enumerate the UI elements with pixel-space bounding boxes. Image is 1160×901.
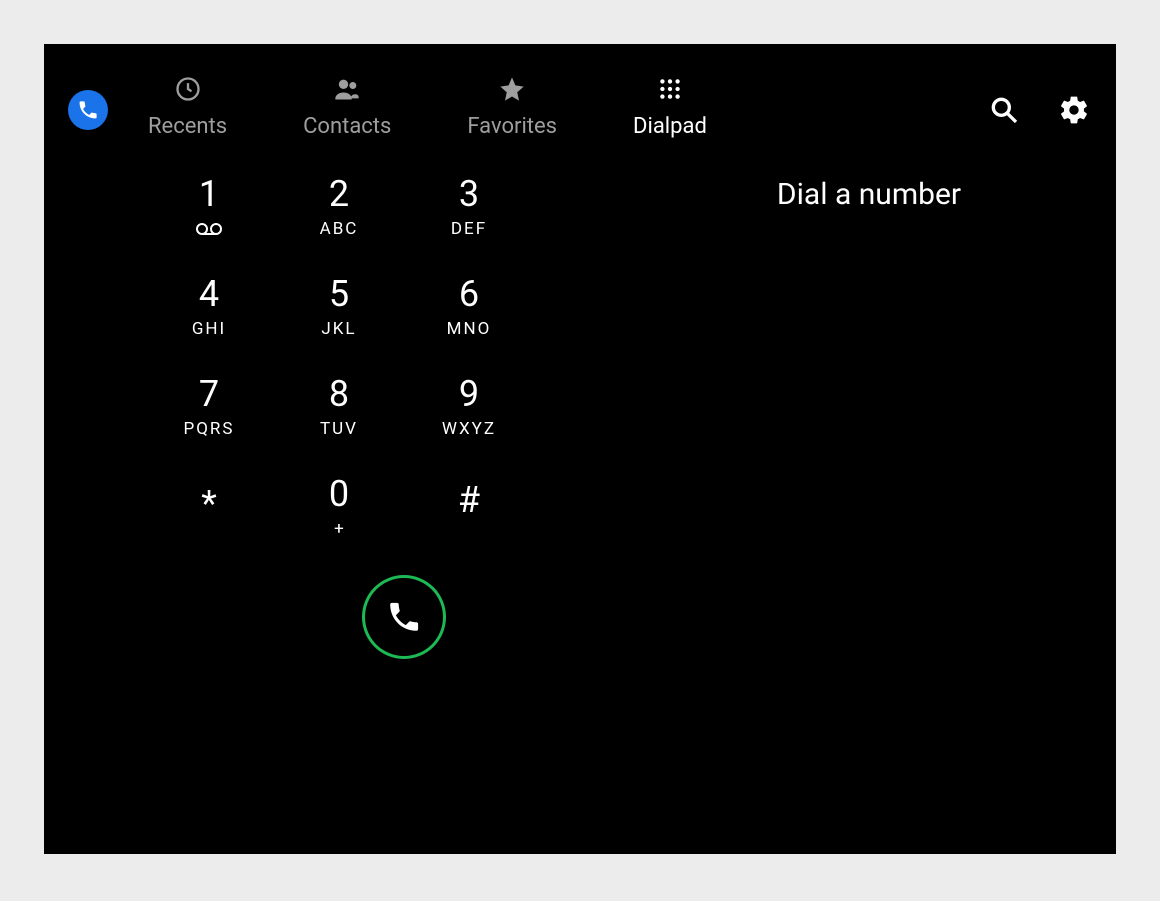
key-8[interactable]: 8 TUV bbox=[274, 375, 404, 475]
voicemail-icon bbox=[196, 219, 222, 239]
key-digit: 1 bbox=[199, 175, 219, 215]
key-2[interactable]: 2 ABC bbox=[274, 175, 404, 275]
phone-app-window: Recents Contacts bbox=[44, 44, 1116, 854]
key-digit: 3 bbox=[459, 175, 479, 215]
phone-icon bbox=[386, 599, 422, 635]
key-letters: WXYZ bbox=[442, 419, 496, 439]
tab-favorites[interactable]: Favorites bbox=[467, 74, 557, 139]
tab-label: Contacts bbox=[303, 114, 391, 139]
key-digit: 9 bbox=[459, 375, 479, 415]
search-icon bbox=[988, 94, 1020, 126]
top-bar: Recents Contacts bbox=[44, 44, 1116, 139]
search-button[interactable] bbox=[986, 92, 1022, 128]
key-digit: 5 bbox=[329, 275, 349, 315]
key-letters: ABC bbox=[320, 219, 359, 239]
key-digit: 8 bbox=[329, 375, 349, 415]
number-display: Dial a number bbox=[534, 175, 1054, 659]
tab-label: Favorites bbox=[467, 114, 557, 139]
clock-icon bbox=[173, 74, 203, 104]
key-star[interactable]: * bbox=[144, 475, 274, 575]
key-0[interactable]: 0 + bbox=[274, 475, 404, 575]
key-digit: 2 bbox=[329, 175, 349, 215]
key-letters: TUV bbox=[320, 419, 358, 439]
key-letters: + bbox=[334, 519, 344, 539]
gear-icon bbox=[1058, 94, 1090, 126]
key-digit: 6 bbox=[459, 275, 479, 315]
tab-label: Dialpad bbox=[633, 114, 707, 139]
key-letters: JKL bbox=[321, 319, 356, 339]
key-5[interactable]: 5 JKL bbox=[274, 275, 404, 375]
settings-button[interactable] bbox=[1056, 92, 1092, 128]
people-icon bbox=[332, 74, 362, 104]
key-letters: DEF bbox=[451, 219, 487, 239]
tab-bar: Recents Contacts bbox=[148, 74, 707, 139]
key-letters: GHI bbox=[192, 319, 226, 339]
dialpad-panel: 1 2 ABC 3 DEF bbox=[144, 175, 534, 659]
key-hash[interactable]: # bbox=[404, 475, 534, 575]
phone-icon bbox=[77, 99, 99, 121]
star-icon bbox=[497, 74, 527, 104]
key-digit: 4 bbox=[199, 275, 219, 315]
key-9[interactable]: 9 WXYZ bbox=[404, 375, 534, 475]
tab-label: Recents bbox=[148, 114, 227, 139]
call-button[interactable] bbox=[362, 575, 446, 659]
tab-recents[interactable]: Recents bbox=[148, 74, 227, 139]
key-7[interactable]: 7 PQRS bbox=[144, 375, 274, 475]
key-letters: PQRS bbox=[184, 419, 235, 439]
key-digit: * bbox=[201, 485, 217, 525]
top-actions bbox=[986, 92, 1092, 128]
key-4[interactable]: 4 GHI bbox=[144, 275, 274, 375]
tab-contacts[interactable]: Contacts bbox=[303, 74, 391, 139]
key-digit: 0 bbox=[329, 475, 349, 515]
key-digit: 7 bbox=[199, 375, 219, 415]
display-placeholder: Dial a number bbox=[777, 177, 961, 212]
dialpad-grid: 1 2 ABC 3 DEF bbox=[144, 175, 534, 575]
key-letters: MNO bbox=[447, 319, 492, 339]
tab-dialpad[interactable]: Dialpad bbox=[633, 74, 707, 139]
content-area: 1 2 ABC 3 DEF bbox=[44, 175, 1116, 659]
key-6[interactable]: 6 MNO bbox=[404, 275, 534, 375]
key-digit: # bbox=[458, 481, 480, 521]
key-3[interactable]: 3 DEF bbox=[404, 175, 534, 275]
dialpad-icon bbox=[655, 74, 685, 104]
app-badge[interactable] bbox=[68, 90, 108, 130]
key-1[interactable]: 1 bbox=[144, 175, 274, 275]
